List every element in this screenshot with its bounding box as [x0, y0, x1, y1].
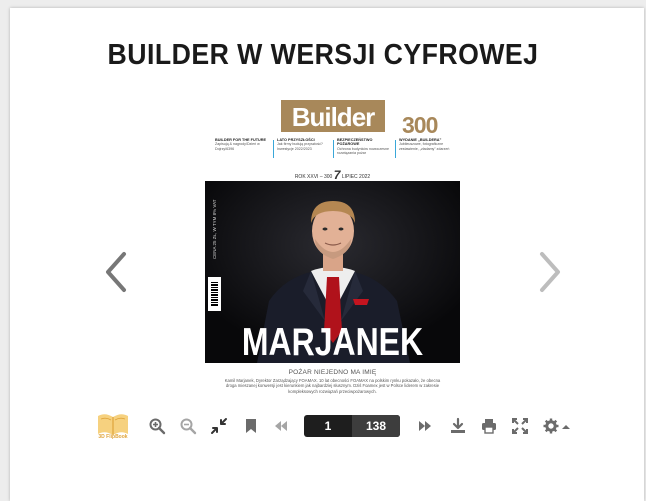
magazine-logo: Builder: [291, 102, 376, 132]
print-button[interactable]: [480, 417, 498, 435]
fullscreen-icon: [512, 418, 528, 434]
zoom-in-icon: [149, 418, 166, 435]
first-page-button[interactable]: [272, 417, 290, 435]
next-page-button[interactable]: [534, 250, 564, 294]
previous-page-button[interactable]: [102, 250, 132, 294]
anniversary-number: 300: [402, 112, 438, 138]
magazine-logo-box: Builder: [281, 100, 385, 132]
total-pages: 138: [352, 415, 400, 437]
bookmark-icon: [246, 419, 256, 433]
cover-caption-title: POŻAR NIEJEDNO MA IMIĘ: [288, 369, 377, 376]
settings-icon: [543, 418, 570, 434]
teaser-head: BEZPIECZEŃSTWO POŻAROWE: [337, 138, 373, 147]
flipbook-brand: 3D FlipBook: [98, 434, 128, 440]
first-page-icon: [275, 421, 287, 431]
settings-button[interactable]: [543, 417, 571, 435]
caret-up-icon: [562, 425, 570, 429]
barcode: [208, 277, 221, 311]
teaser: LATO PRZYSZŁOŚCI Jak firmy budują przysz…: [277, 138, 333, 151]
flipbook-toolbar: 3D FlipBook 1 138: [86, 406, 586, 446]
fullscreen-button[interactable]: [511, 417, 529, 435]
magazine-cover[interactable]: Builder 300 BUILDER FOR THE FUTURE Zapis…: [205, 97, 460, 407]
teaser-text: Jak firmy budują przyszłość? Inwestycje …: [277, 142, 323, 151]
last-page-button[interactable]: [416, 417, 434, 435]
fit-view-button[interactable]: [210, 417, 228, 435]
chevron-right-icon: [540, 252, 560, 292]
teaser-divider: [273, 140, 274, 158]
zoom-out-button[interactable]: [179, 417, 197, 435]
teaser-text: Jubileuszowe, fotograficzne zestawienie,…: [399, 142, 450, 151]
print-icon: [482, 419, 496, 434]
chevron-left-icon: [106, 252, 126, 292]
last-page-icon: [419, 421, 431, 431]
cover-caption: Kamil Marjanek, Dyrektor Zarządzający FO…: [224, 378, 441, 394]
teaser-text: Ochrona budynków nowoczesne rozwiązania …: [337, 146, 389, 156]
current-page-input[interactable]: 1: [304, 415, 352, 437]
teaser-divider: [333, 140, 334, 158]
issue-date: LIPIEC 2022: [341, 174, 371, 180]
issue-line: ROK XXVI – 300 7 LIPIEC 2022: [205, 168, 460, 182]
fullscreen-exit-icon: [211, 418, 227, 434]
price-label: CENA 25 ZŁ, W TYM 8% VAT: [212, 199, 217, 259]
cover-teasers: BUILDER FOR THE FUTURE Zapisują & nagrod…: [213, 138, 453, 160]
cover-headline: MARJANEK: [241, 321, 424, 363]
issue-prefix: ROK XXVI – 300: [294, 174, 333, 180]
zoom-out-icon: [180, 418, 197, 435]
teaser-divider: [395, 140, 396, 158]
teaser: BEZPIECZEŃSTWO POŻAROWE Ochrona budynków…: [337, 138, 393, 156]
teaser: WYDANIE „BUILDERA” Jubileuszowe, fotogra…: [399, 138, 455, 151]
cover-photo: CENA 25 ZŁ, W TYM 8% VAT MARJANEK: [205, 181, 460, 363]
download-icon: [451, 417, 465, 433]
page-title: BUILDER W WERSJI CYFROWEJ: [107, 39, 539, 71]
bookmark-button[interactable]: [242, 417, 260, 435]
teaser-text: Zapisują & nagrody/Dzień w Dojrzy/6396: [215, 142, 260, 151]
download-button[interactable]: [449, 417, 467, 435]
page-indicator[interactable]: 1 138: [304, 415, 400, 437]
teaser: BUILDER FOR THE FUTURE Zapisują & nagrod…: [215, 138, 271, 151]
zoom-in-button[interactable]: [148, 417, 166, 435]
issue-number: 7: [333, 168, 341, 182]
